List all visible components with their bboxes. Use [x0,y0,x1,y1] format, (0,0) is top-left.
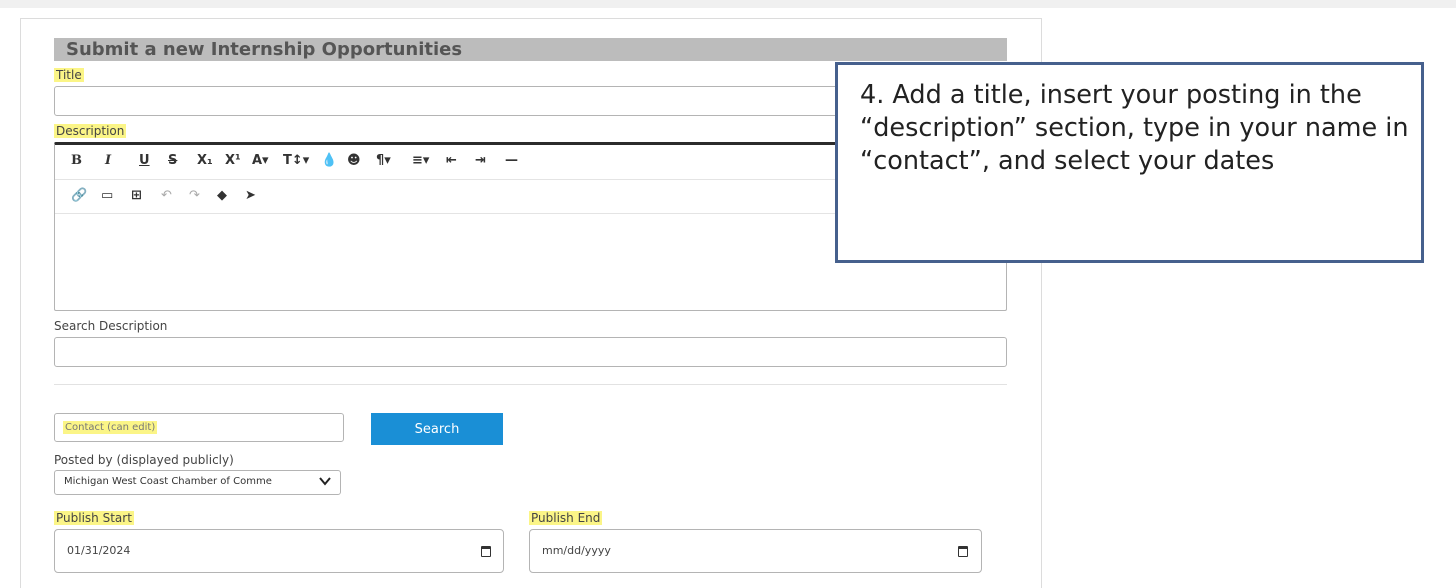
publish-start-label: Publish Start [54,511,134,525]
strikethrough-icon[interactable]: S [168,153,177,169]
emoji-icon[interactable]: ☻ [347,153,361,169]
clear-format-icon[interactable]: ◆ [217,188,227,204]
contact-input[interactable]: Contact (can edit) [54,413,344,442]
calendar-icon[interactable] [481,546,491,557]
posted-by-label: Posted by (displayed publicly) [54,453,234,467]
title-label: Title [54,68,84,82]
paragraph-format-icon[interactable]: ¶▾ [376,153,391,169]
table-icon[interactable]: ⊞ [131,188,142,204]
contact-placeholder: Contact (can edit) [63,421,158,434]
section-divider [54,384,1007,385]
calendar-icon[interactable] [958,546,968,557]
search-button[interactable]: Search [371,413,503,445]
image-icon[interactable]: ▭ [101,188,113,204]
align-icon[interactable]: ≡▾ [412,153,429,169]
link-icon[interactable]: 🔗 [71,188,87,204]
underline-icon[interactable]: U [139,153,150,169]
redo-icon[interactable]: ↷ [189,188,200,204]
publish-end-placeholder: mm/dd/yyyy [542,544,611,557]
font-size-icon[interactable]: T↕▾ [283,153,309,169]
outdent-icon[interactable]: ⇤ [446,153,457,169]
indent-icon[interactable]: ⇥ [475,153,486,169]
form-heading: Submit a new Internship Opportunities [66,39,463,60]
callout-text: 4. Add a title, insert your posting in t… [860,80,1409,176]
top-strip [0,0,1456,8]
publish-start-input[interactable]: 01/31/2024 [54,529,504,573]
select-all-icon[interactable]: ➤ [245,188,256,204]
posted-by-selected-value: Michigan West Coast Chamber of Comme [64,476,272,487]
publish-end-input[interactable]: mm/dd/yyyy [529,529,982,573]
posted-by-select[interactable]: Michigan West Coast Chamber of Comme [54,470,341,495]
undo-icon[interactable]: ↶ [161,188,172,204]
subscript-icon[interactable]: X₁ [197,153,213,169]
color-icon[interactable]: 💧 [321,153,337,169]
superscript-icon[interactable]: X¹ [225,153,241,169]
bold-icon[interactable]: B [71,153,82,169]
publish-start-value: 01/31/2024 [67,544,131,557]
italic-icon[interactable]: I [105,153,111,169]
horizontal-rule-icon[interactable]: — [505,153,518,169]
font-family-icon[interactable]: A▾ [252,153,269,169]
publish-end-label: Publish End [529,511,603,525]
search-description-label: Search Description [54,319,168,333]
search-description-input[interactable] [54,337,1007,367]
description-label: Description [54,124,127,138]
instruction-callout: 4. Add a title, insert your posting in t… [835,62,1424,263]
chevron-down-icon [318,474,332,492]
